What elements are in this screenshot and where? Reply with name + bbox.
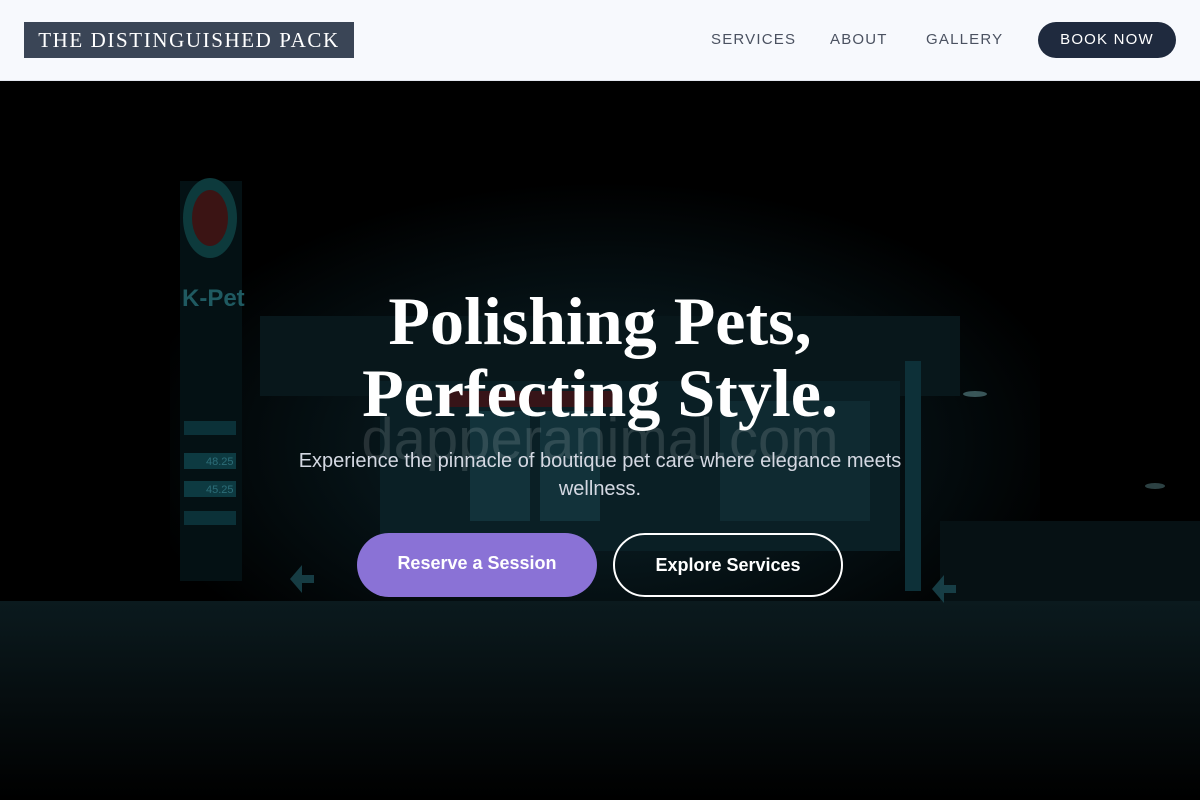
- reserve-session-button[interactable]: Reserve a Session: [357, 533, 597, 597]
- nav-link-gallery[interactable]: GALLERY: [926, 31, 1003, 49]
- explore-services-button[interactable]: Explore Services: [613, 533, 843, 597]
- nav-link-services[interactable]: SERVICES: [711, 31, 796, 49]
- hero-section: K-Pet 48.25 45.25 dapperanimal.com Polis…: [0, 81, 1200, 800]
- book-now-button[interactable]: BOOK NOW: [1038, 22, 1176, 58]
- hero-subtitle: Experience the pinnacle of boutique pet …: [298, 450, 902, 500]
- hero-headline-line-2: Perfecting Style.: [362, 355, 838, 431]
- hero-headline: Polishing Pets, Perfecting Style.: [250, 285, 950, 429]
- hero-headline-line-1: Polishing Pets,: [388, 283, 812, 359]
- main-nav: SERVICES ABOUT GALLERY BOOK NOW: [0, 0, 1200, 81]
- hero-content: Polishing Pets, Perfecting Style. Experi…: [0, 81, 1200, 800]
- nav-link-about[interactable]: ABOUT: [830, 31, 888, 49]
- site-header: THE DISTINGUISHED PACK SERVICES ABOUT GA…: [0, 0, 1200, 81]
